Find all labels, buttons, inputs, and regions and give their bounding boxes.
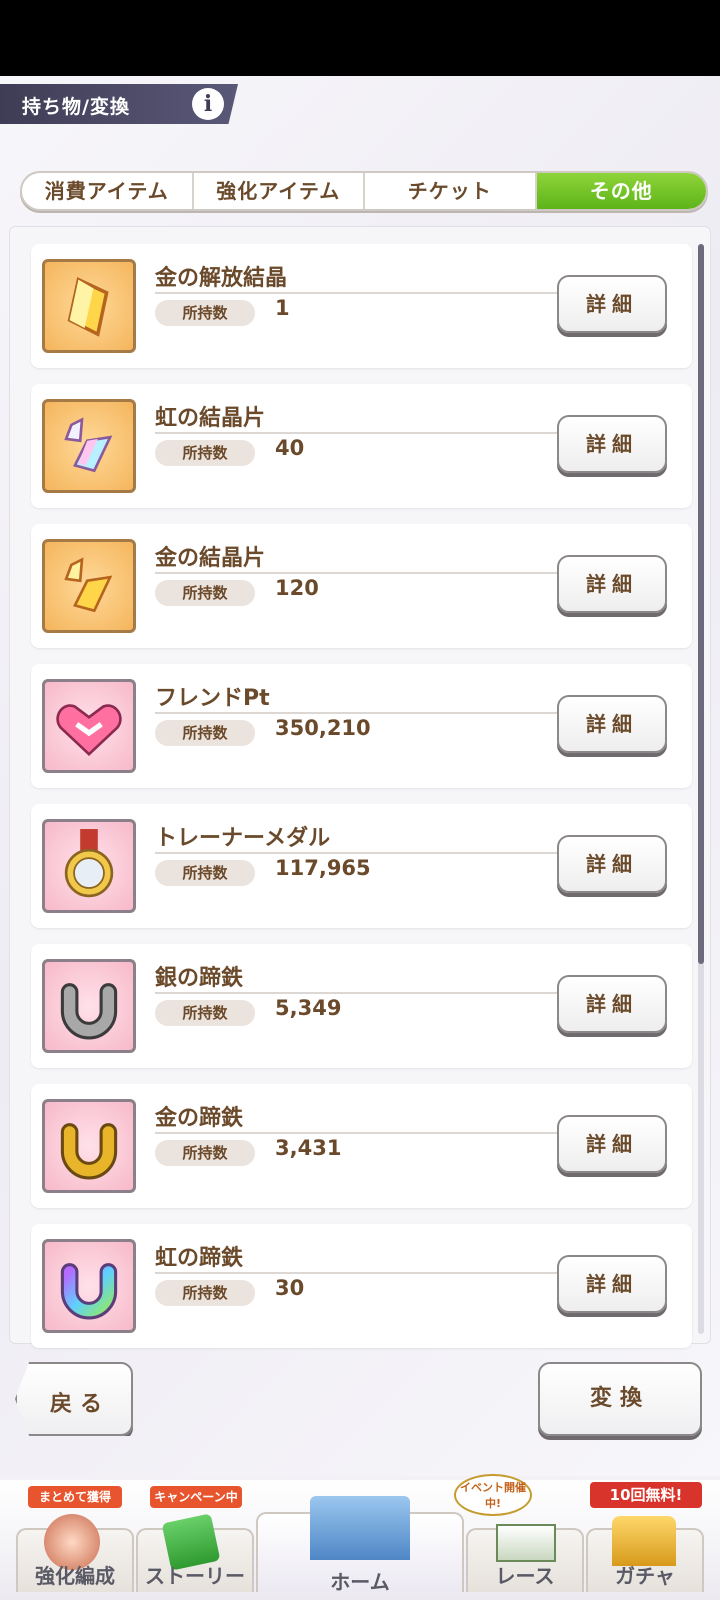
own-count: 120 — [275, 576, 319, 600]
own-count-label: 所持数 — [155, 720, 255, 746]
detail-button[interactable]: 詳細 — [557, 1115, 667, 1173]
item-name: 銀の蹄鉄 — [155, 966, 244, 991]
own-count-label: 所持数 — [155, 440, 255, 466]
item-name: 虹の蹄鉄 — [155, 1246, 244, 1271]
scrollbar[interactable] — [698, 244, 704, 964]
gold-crystal-shard-icon — [42, 539, 136, 633]
page-title: 持ち物/変換 — [22, 96, 130, 118]
list-item: 金の蹄鉄 所持数 3,431 詳細 — [31, 1084, 692, 1208]
rainbow-horseshoe-icon — [42, 1239, 136, 1333]
tab-tickets[interactable]: チケット — [365, 173, 537, 209]
detail-button[interactable]: 詳細 — [557, 555, 667, 613]
nav-badge-event: イベント開催中! — [454, 1474, 532, 1516]
tab-other[interactable]: その他 — [536, 173, 706, 209]
medal-icon — [42, 819, 136, 913]
nav-label-enhance: 強化編成 — [35, 1564, 115, 1588]
nav-label-story: ストーリー — [145, 1564, 245, 1588]
nav-label-race: レース — [495, 1564, 555, 1588]
divider — [155, 432, 575, 434]
list-item: 虹の結晶片 所持数 40 詳細 — [31, 384, 692, 508]
gold-horseshoe-icon — [42, 1099, 136, 1193]
list-item: トレーナーメダル 所持数 117,965 詳細 — [31, 804, 692, 928]
own-count: 5,349 — [275, 996, 342, 1020]
back-button-label: 戻る — [50, 1392, 111, 1417]
own-count: 350,210 — [275, 716, 371, 740]
own-count-label: 所持数 — [155, 1000, 255, 1026]
item-name: 金の解放結晶 — [155, 266, 288, 291]
own-count: 30 — [275, 1276, 305, 1300]
own-count: 1 — [275, 296, 290, 320]
status-bar — [0, 0, 720, 76]
detail-button[interactable]: 詳細 — [557, 835, 667, 893]
own-count: 117,965 — [275, 856, 371, 880]
list-item: 銀の蹄鉄 所持数 5,349 詳細 — [31, 944, 692, 1068]
divider — [155, 1272, 575, 1274]
nav-label-home: ホーム — [330, 1570, 390, 1594]
divider — [155, 992, 575, 994]
divider — [155, 712, 575, 714]
silver-horseshoe-icon — [42, 959, 136, 1053]
own-count-label: 所持数 — [155, 580, 255, 606]
detail-button[interactable]: 詳細 — [557, 1255, 667, 1313]
divider — [155, 572, 575, 574]
own-count-label: 所持数 — [155, 1280, 255, 1306]
item-name: 金の結晶片 — [155, 546, 266, 571]
divider — [155, 1132, 575, 1134]
tab-consumables[interactable]: 消費アイテム — [22, 173, 194, 209]
convert-button[interactable]: 変換 — [538, 1362, 702, 1436]
handshake-icon — [42, 679, 136, 773]
own-count-label: 所持数 — [155, 300, 255, 326]
detail-button[interactable]: 詳細 — [557, 415, 667, 473]
item-name: 金の蹄鉄 — [155, 1106, 244, 1131]
school-building-icon — [310, 1496, 410, 1560]
tab-enhancement-items[interactable]: 強化アイテム — [194, 173, 365, 209]
race-gate-icon — [496, 1524, 556, 1562]
detail-button[interactable]: 詳細 — [557, 975, 667, 1033]
own-count: 3,431 — [275, 1136, 342, 1160]
info-icon[interactable]: i — [192, 88, 224, 120]
category-tabs: 消費アイテム 強化アイテム チケット その他 — [20, 171, 708, 211]
list-item: 虹の蹄鉄 所持数 30 詳細 — [31, 1224, 692, 1348]
nav-label-gacha: ガチャ — [615, 1564, 675, 1588]
rainbow-crystal-shard-icon — [42, 399, 136, 493]
nav-badge-free: 10回無料! — [590, 1482, 702, 1508]
gold-release-crystal-icon — [42, 259, 136, 353]
own-count-label: 所持数 — [155, 860, 255, 886]
item-name: 虹の結晶片 — [155, 406, 266, 431]
nav-badge-campaign: キャンペーン中 — [150, 1486, 242, 1508]
list-item: フレンドPt 所持数 350,210 詳細 — [31, 664, 692, 788]
own-count-label: 所持数 — [155, 1140, 255, 1166]
divider — [155, 852, 575, 854]
own-count: 40 — [275, 436, 305, 460]
detail-button[interactable]: 詳細 — [557, 695, 667, 753]
item-name: フレンドPt — [155, 686, 270, 711]
divider — [155, 292, 575, 294]
list-item: 金の結晶片 所持数 120 詳細 — [31, 524, 692, 648]
gacha-gate-icon — [612, 1516, 676, 1566]
list-item: 金の解放結晶 所持数 1 詳細 — [31, 244, 692, 368]
item-name: トレーナーメダル — [155, 826, 331, 851]
detail-button[interactable]: 詳細 — [557, 275, 667, 333]
nav-badge-collect: まとめて獲得 — [28, 1486, 122, 1508]
